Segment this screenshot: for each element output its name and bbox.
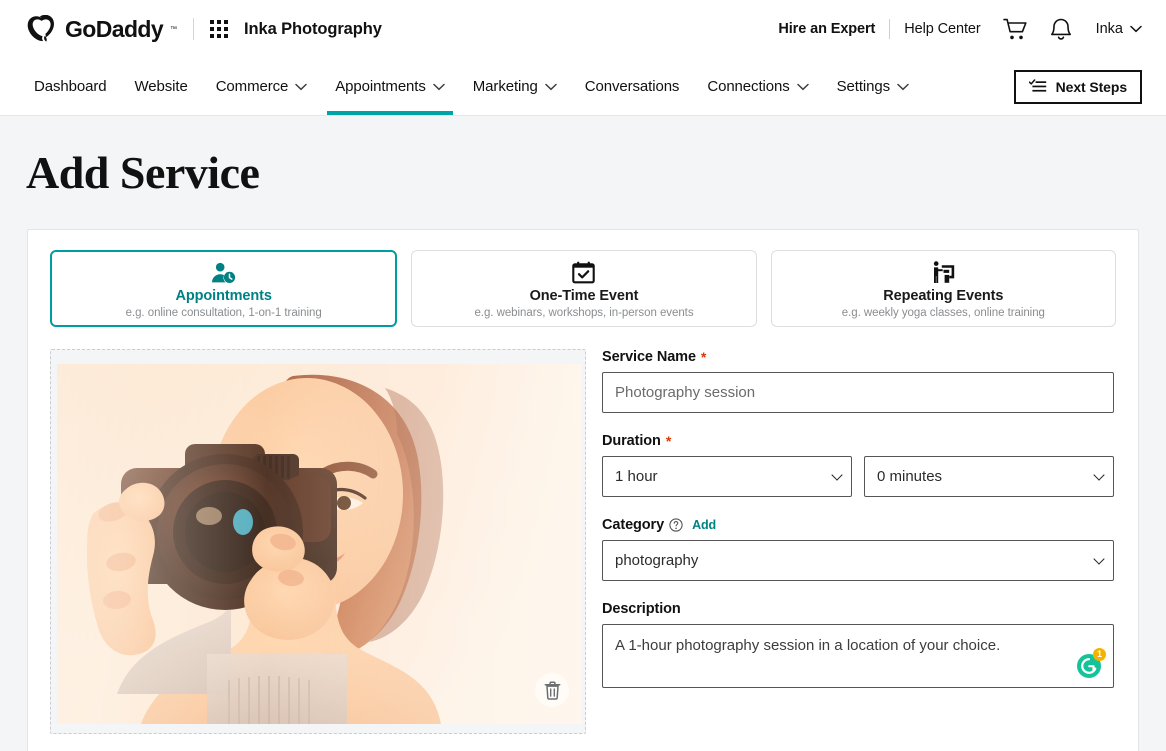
- hire-an-expert-link[interactable]: Hire an Expert: [778, 21, 875, 37]
- calendar-check-icon: [572, 261, 596, 285]
- duration-label: Duration *: [602, 433, 1114, 449]
- chevron-down-icon: [295, 83, 307, 90]
- top-header-bar: GoDaddy ™ Inka Photography Hire an Exper…: [0, 0, 1166, 58]
- godaddy-logo[interactable]: GoDaddy ™: [26, 15, 177, 43]
- nav-item-appointments[interactable]: Appointments: [321, 58, 459, 115]
- person-clock-icon: [211, 261, 236, 285]
- service-type-appointments[interactable]: Appointments e.g. online consultation, 1…: [50, 250, 398, 327]
- nav-label: Connections: [707, 78, 790, 95]
- nav-label: Commerce: [215, 78, 289, 95]
- duration-hours-select[interactable]: 1 hour: [602, 456, 852, 497]
- required-asterisk: *: [665, 433, 672, 449]
- nav-item-website[interactable]: Website: [120, 58, 201, 115]
- account-menu[interactable]: Inka: [1096, 21, 1142, 37]
- service-type-title: One-Time Event: [529, 287, 639, 304]
- service-type-title: Repeating Events: [883, 287, 1004, 304]
- duration-hours-wrapper: 1 hour: [602, 456, 852, 497]
- chevron-down-icon: [897, 83, 909, 90]
- nav-label: Appointments: [335, 78, 426, 95]
- trash-icon: [544, 680, 560, 700]
- service-type-title: Appointments: [175, 287, 272, 304]
- nav-item-marketing[interactable]: Marketing: [459, 58, 571, 115]
- header-divider-1: [193, 18, 195, 40]
- nav-label: Website: [134, 78, 188, 95]
- nav-item-dashboard[interactable]: Dashboard: [30, 58, 120, 115]
- godaddy-wordmark: GoDaddy: [65, 15, 164, 42]
- description-label-text: Description: [602, 601, 681, 617]
- next-steps-label: Next Steps: [1055, 78, 1127, 95]
- duration-field-group: Duration * 1 hour 0 minutes: [602, 433, 1114, 497]
- category-select[interactable]: photography: [602, 540, 1114, 581]
- help-center-link[interactable]: Help Center: [904, 21, 980, 37]
- category-field-group: Category Add photography: [602, 517, 1114, 581]
- chevron-down-icon: [1130, 25, 1142, 33]
- chevron-down-icon: [433, 83, 445, 90]
- add-category-link[interactable]: Add: [692, 518, 716, 532]
- service-image-uploader[interactable]: [50, 349, 586, 734]
- service-form: Service Name * Duration * 1 hour: [602, 349, 1116, 734]
- account-name-label: Inka: [1095, 21, 1123, 37]
- duration-minutes-wrapper: 0 minutes: [864, 456, 1114, 497]
- app-switcher-grid-icon[interactable]: [210, 20, 229, 38]
- notification-bell-icon[interactable]: [1050, 17, 1072, 41]
- page-title: Add Service: [26, 147, 260, 198]
- chevron-down-icon: [796, 83, 809, 90]
- service-type-subtitle: e.g. online consultation, 1-on-1 trainin…: [125, 306, 322, 319]
- header-right-actions: Hire an Expert Help Center Inka: [778, 17, 1142, 41]
- nav-label: Dashboard: [34, 78, 107, 95]
- nav-label: Marketing: [472, 78, 538, 95]
- category-select-wrapper: photography: [602, 540, 1114, 581]
- chevron-down-icon: [545, 83, 557, 90]
- nav-label: Settings: [836, 78, 891, 95]
- nav-item-settings[interactable]: Settings: [823, 58, 923, 115]
- service-type-repeating-events[interactable]: Repeating Events e.g. weekly yoga classe…: [770, 250, 1116, 327]
- description-textarea[interactable]: A 1-hour photography session in a locati…: [602, 624, 1114, 688]
- nav-label: Conversations: [584, 78, 680, 95]
- service-type-one-time-event[interactable]: One-Time Event e.g. webinars, workshops,…: [411, 250, 757, 327]
- delete-image-button[interactable]: [535, 673, 569, 707]
- nav-item-conversations[interactable]: Conversations: [571, 58, 694, 115]
- description-label: Description: [602, 601, 1114, 617]
- service-type-subtitle: e.g. webinars, workshops, in-person even…: [474, 306, 694, 319]
- service-name-label-text: Service Name: [602, 349, 696, 365]
- category-label: Category Add: [602, 517, 1114, 533]
- nav-item-commerce[interactable]: Commerce: [202, 58, 322, 115]
- service-name-field-group: Service Name *: [602, 349, 1114, 413]
- service-name-label: Service Name *: [602, 349, 1114, 365]
- required-asterisk: *: [700, 349, 707, 365]
- presenter-board-icon: [931, 261, 955, 285]
- header-divider-2: [889, 19, 891, 39]
- site-name-label[interactable]: Inka Photography: [244, 20, 382, 39]
- duration-minutes-select[interactable]: 0 minutes: [864, 456, 1114, 497]
- service-type-subtitle: e.g. weekly yoga classes, online trainin…: [841, 306, 1045, 319]
- shopping-cart-icon[interactable]: [1002, 18, 1028, 41]
- duration-label-text: Duration: [602, 433, 661, 449]
- service-name-input[interactable]: [602, 372, 1114, 413]
- next-steps-button[interactable]: Next Steps: [1013, 69, 1142, 104]
- primary-navigation: Dashboard Website Commerce Appointments …: [0, 58, 1166, 116]
- service-type-selector: Appointments e.g. online consultation, 1…: [50, 250, 1116, 327]
- trademark-symbol: ™: [170, 25, 178, 33]
- grammarly-alert-badge: 1: [1093, 648, 1106, 661]
- service-photo: [57, 364, 581, 724]
- brand-area: GoDaddy ™ Inka Photography: [26, 15, 382, 43]
- category-label-text: Category: [602, 517, 665, 533]
- nav-item-connections[interactable]: Connections: [693, 58, 822, 115]
- grammarly-icon[interactable]: 1: [1076, 648, 1106, 679]
- checklist-icon: [1028, 79, 1046, 92]
- question-circle-icon[interactable]: [669, 518, 683, 532]
- service-details-row: Service Name * Duration * 1 hour: [50, 349, 1116, 734]
- description-field-group: Description A 1-hour photography session…: [602, 601, 1114, 693]
- add-service-card: Appointments e.g. online consultation, 1…: [27, 229, 1139, 751]
- godaddy-heart-mark: [27, 15, 54, 42]
